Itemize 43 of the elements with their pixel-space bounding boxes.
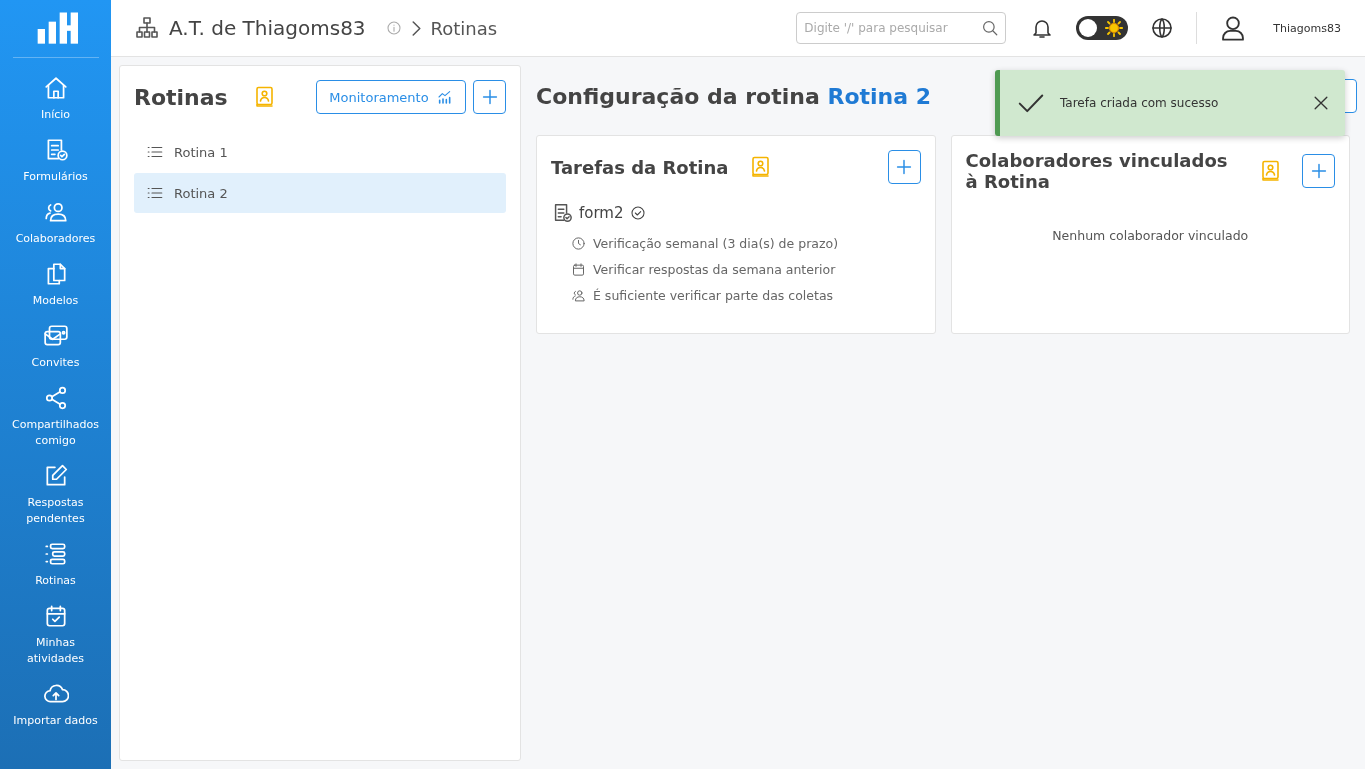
card-title: Colaboradores vinculados à Rotina — [965, 150, 1229, 192]
theme-toggle[interactable] — [1076, 16, 1129, 40]
empty-message: Nenhum colaborador vinculado — [1051, 228, 1250, 243]
calendar-icon — [571, 261, 586, 277]
page-title: Configuração da rotina Rotina 2 — [536, 83, 932, 109]
chevron-right-icon — [411, 20, 421, 36]
info-icon — [385, 20, 402, 36]
user-name[interactable]: Thiagoms83 — [1273, 21, 1341, 35]
nav-item[interactable]: Rotinas — [0, 534, 111, 596]
card-title: Tarefas da Rotina — [551, 156, 729, 178]
list-icon — [42, 541, 69, 567]
nav-item[interactable]: Início — [0, 68, 111, 130]
chart-icon — [436, 89, 453, 105]
nav-item[interactable]: Convites — [0, 316, 111, 378]
organization-title: A.T. de Thiagoms83 — [169, 16, 366, 40]
people-icon — [571, 287, 586, 303]
nav-item[interactable]: Formulários — [0, 130, 111, 192]
nav-item[interactable]: Respostas pendentes — [0, 456, 111, 534]
add-button[interactable] — [887, 150, 921, 184]
breadcrumb-item[interactable]: Rotinas — [430, 17, 498, 39]
nav-item[interactable]: Compartilhados comigo — [0, 378, 111, 456]
add-button[interactable] — [1302, 154, 1335, 188]
nav-item[interactable]: Importar dados — [0, 674, 111, 736]
search-icon — [981, 19, 1000, 37]
hierarchy-icon — [135, 16, 159, 40]
globe-icon[interactable] — [1150, 16, 1175, 40]
clock-icon — [571, 235, 586, 251]
task-detail: Verificação semanal (3 dia(s) de prazo) — [593, 235, 839, 251]
sun-icon — [1105, 19, 1124, 37]
nav-item[interactable]: Minhas atividades — [0, 596, 111, 674]
routine-item[interactable]: Rotina 1 — [134, 132, 506, 172]
nav-item[interactable]: Colaboradores — [0, 192, 111, 254]
task-detail: Verificar respostas da semana anterior — [593, 261, 836, 277]
add-button[interactable] — [473, 80, 506, 114]
task-detail: É suficiente verificar parte das coletas — [593, 287, 834, 303]
routine-item[interactable]: Rotina 2 — [134, 173, 506, 213]
search-field[interactable]: Digite '/' para pesquisar — [796, 12, 1007, 44]
envelope-icon — [42, 323, 69, 349]
panel-title: Rotinas — [134, 84, 228, 110]
nav-item[interactable]: Modelos — [0, 254, 111, 316]
monitoring-button[interactable]: Monitoramento — [316, 80, 466, 114]
toast-message: Tarefa criada com sucesso — [1060, 96, 1220, 110]
task-name[interactable]: form2 — [579, 204, 624, 222]
